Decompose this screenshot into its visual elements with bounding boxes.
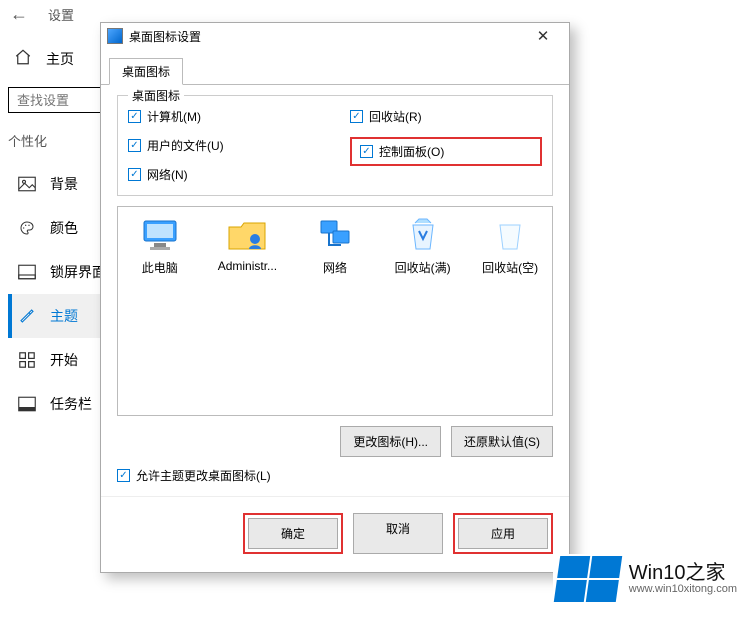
- icon-item-admin[interactable]: Administr...: [214, 217, 282, 273]
- desktop-icons-groupbox: 桌面图标 ✓ 计算机(M) ✓ 用户的文件(U) ✓ 网络(N): [117, 95, 553, 196]
- settings-title: 设置: [48, 5, 74, 24]
- checkbox-label: 允许主题更改桌面图标(L): [136, 467, 271, 484]
- checkbox-computer[interactable]: ✓ 计算机(M): [128, 108, 320, 125]
- checkbox-recycle[interactable]: ✓ 回收站(R): [350, 108, 542, 125]
- dialog-title: 桌面图标设置: [129, 28, 523, 45]
- dialog-footer: 确定 取消 应用: [101, 496, 569, 572]
- watermark-brand: Win10之家: [629, 563, 737, 583]
- checkbox-label: 用户的文件(U): [147, 137, 224, 154]
- checkbox-label: 计算机(M): [147, 108, 201, 125]
- sidebar-item-label: 颜色: [50, 218, 78, 238]
- checkbox-icon: ✓: [128, 168, 141, 181]
- icon-item-label: Administr...: [214, 259, 282, 273]
- close-button[interactable]: ✕: [523, 27, 563, 45]
- tab-desktop-icons[interactable]: 桌面图标: [109, 58, 183, 85]
- icon-item-thispc[interactable]: 此电脑: [126, 217, 194, 276]
- theme-icon: [18, 308, 36, 324]
- checkbox-network[interactable]: ✓ 网络(N): [128, 166, 320, 183]
- palette-icon: [18, 220, 36, 236]
- icon-item-network[interactable]: 网络: [301, 217, 369, 276]
- checkbox-controlpanel[interactable]: ✓ 控制面板(O): [360, 143, 444, 160]
- icon-preview-list[interactable]: 此电脑 Administr... 网络 回收站(满): [117, 206, 553, 416]
- checkbox-icon: ✓: [360, 145, 373, 158]
- checkbox-userfiles[interactable]: ✓ 用户的文件(U): [128, 137, 320, 154]
- network-icon: [315, 217, 355, 253]
- change-icon-button[interactable]: 更改图标(H)...: [340, 426, 441, 457]
- restore-defaults-button[interactable]: 还原默认值(S): [451, 426, 553, 457]
- home-icon: [14, 48, 32, 69]
- checkbox-label: 控制面板(O): [379, 143, 444, 160]
- checkbox-label: 回收站(R): [369, 108, 422, 125]
- icon-item-label: 此电脑: [126, 259, 194, 276]
- computer-icon: [140, 217, 180, 253]
- dialog-titlebar: 桌面图标设置 ✕: [101, 23, 569, 49]
- highlight-controlpanel: ✓ 控制面板(O): [350, 137, 542, 166]
- sidebar-item-label: 锁屏界面: [50, 262, 106, 282]
- checkbox-icon: ✓: [117, 469, 130, 482]
- sidebar-item-label: 背景: [50, 174, 78, 194]
- icon-item-label: 回收站(空): [476, 259, 544, 276]
- apply-button[interactable]: 应用: [458, 518, 548, 549]
- icon-item-label: 网络: [301, 259, 369, 276]
- taskbar-icon: [18, 396, 36, 412]
- start-icon: [18, 352, 36, 368]
- recycle-full-icon: [403, 217, 443, 253]
- icon-item-recycle-full[interactable]: 回收站(满): [389, 217, 457, 276]
- sidebar-item-label: 开始: [50, 350, 78, 370]
- dialog-tabstrip: 桌面图标: [101, 49, 569, 85]
- icon-item-label: 回收站(满): [389, 259, 457, 276]
- checkbox-icon: ✓: [128, 139, 141, 152]
- dialog-app-icon: [107, 28, 123, 44]
- watermark: Win10之家 www.win10xitong.com: [553, 554, 741, 604]
- highlight-apply: 应用: [453, 513, 553, 554]
- sidebar-item-label: 任务栏: [50, 394, 92, 414]
- sidebar-home-label: 主页: [46, 49, 74, 69]
- lockscreen-icon: [18, 264, 36, 280]
- checkbox-allow-theme[interactable]: ✓ 允许主题更改桌面图标(L): [117, 467, 553, 484]
- recycle-empty-icon: [490, 217, 530, 253]
- sidebar-item-label: 主题: [50, 306, 78, 326]
- checkbox-icon: ✓: [350, 110, 363, 123]
- back-icon[interactable]: ←: [10, 4, 28, 25]
- desktop-icon-settings-dialog: 桌面图标设置 ✕ 桌面图标 桌面图标 ✓ 计算机(M) ✓ 用户的文件(U): [100, 22, 570, 573]
- watermark-url: www.win10xitong.com: [629, 583, 737, 595]
- windows-logo-icon: [554, 556, 622, 602]
- groupbox-title: 桌面图标: [128, 87, 184, 104]
- userfolder-icon: [227, 217, 267, 253]
- cancel-button[interactable]: 取消: [353, 513, 443, 554]
- checkbox-label: 网络(N): [147, 166, 188, 183]
- checkbox-icon: ✓: [128, 110, 141, 123]
- picture-icon: [18, 176, 36, 192]
- icon-item-recycle-empty[interactable]: 回收站(空): [476, 217, 544, 276]
- highlight-ok: 确定: [243, 513, 343, 554]
- ok-button[interactable]: 确定: [248, 518, 338, 549]
